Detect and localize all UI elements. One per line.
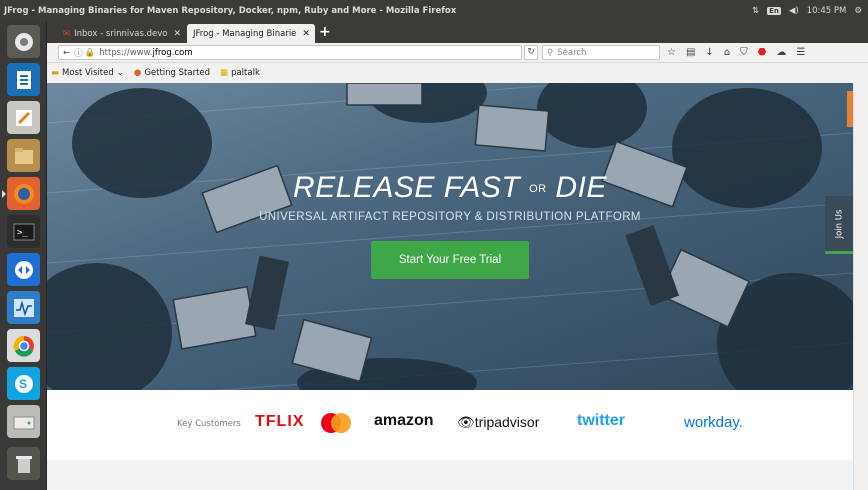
gmail-icon: ✉ xyxy=(63,28,71,39)
window-title: JFrog - Managing Binaries for Maven Repo… xyxy=(4,5,457,16)
page-edge xyxy=(853,83,868,490)
folder-icon: ▬ xyxy=(51,68,60,78)
settings-gear-icon[interactable]: ⚙ xyxy=(854,6,862,16)
bookmark-star-icon[interactable]: ☆ xyxy=(667,47,676,58)
amazon-logo: amazon xyxy=(374,412,434,430)
bookmarks-bar: ▬ Most Visited ⌄ ● Getting Started ▦ pal… xyxy=(47,63,868,83)
tripadvisor-logo: 👁tripadvisor xyxy=(457,414,539,431)
search-icon: ⚲ xyxy=(547,47,554,58)
join-us-label: Join Us xyxy=(834,209,844,238)
netflix-logo: TFLIX xyxy=(255,413,305,430)
url-bar[interactable]: ← ⓘ 🔒 https://www. jfrog.com xyxy=(58,45,522,60)
firefox-icon: ● xyxy=(133,68,142,78)
trash-icon[interactable] xyxy=(7,447,40,480)
bookmark-label: paltalk xyxy=(231,68,260,78)
reload-icon[interactable]: ↻ xyxy=(524,45,538,60)
downloads-icon[interactable]: ↓ xyxy=(705,47,713,58)
tab-inbox[interactable]: ✉ Inbox - srinnivas.devo ✕ xyxy=(57,24,182,43)
writer-icon[interactable] xyxy=(7,63,40,96)
bookmark-paltalk[interactable]: ▦ paltalk xyxy=(220,68,260,78)
pocket-icon[interactable]: ⛉ xyxy=(740,47,748,58)
tripadvisor-wordmark: tripadvisor xyxy=(474,414,540,430)
mastercard-logo-graphic xyxy=(321,413,351,433)
bookmark-label: Getting Started xyxy=(144,68,211,78)
bookmark-most-visited[interactable]: ▬ Most Visited ⌄ xyxy=(51,68,124,78)
hero-banner: RELEASE FAST OR DIE UNIVERSAL ARTIFACT R… xyxy=(47,83,853,390)
adblock-icon[interactable]: ⬣ xyxy=(758,47,767,58)
text-editor-icon[interactable] xyxy=(7,101,40,134)
svg-text:S: S xyxy=(19,377,27,391)
system-monitor-icon[interactable] xyxy=(7,291,40,324)
network-icon[interactable]: ⇅ xyxy=(752,6,759,16)
hero-title-or: OR xyxy=(529,183,547,196)
tab-label: Inbox - srinnivas.devo xyxy=(74,28,168,39)
amazon-wordmark: amazon xyxy=(374,412,434,429)
files-icon[interactable] xyxy=(7,139,40,172)
screen: JFrog - Managing Binaries for Maven Repo… xyxy=(0,0,868,490)
keyboard-layout-indicator[interactable]: En xyxy=(767,6,781,15)
bookmark-getting-started[interactable]: ● Getting Started xyxy=(134,68,210,78)
home-icon[interactable]: ⌂ xyxy=(724,47,730,58)
extension-icon[interactable]: ☁ xyxy=(776,47,786,58)
teamviewer-icon[interactable] xyxy=(7,253,40,286)
navigation-bar: ← ⓘ 🔒 https://www. jfrog.com ↻ ⚲ Search ☆… xyxy=(47,43,868,63)
hero-title-right: DIE xyxy=(555,171,607,204)
search-placeholder: Search xyxy=(557,47,587,58)
hero-background-image xyxy=(47,83,853,390)
url-prefix: https://www. xyxy=(99,47,153,58)
home-folder-icon[interactable] xyxy=(7,25,40,58)
close-icon[interactable]: ✕ xyxy=(174,29,182,39)
hero-subtitle: UNIVERSAL ARTIFACT REPOSITORY & DISTRIBU… xyxy=(259,211,641,223)
hero-title-left: RELEASE FAST xyxy=(293,171,521,204)
page-content: RELEASE FAST OR DIE UNIVERSAL ARTIFACT R… xyxy=(47,83,853,490)
chevron-down-icon: ⌄ xyxy=(116,68,124,78)
tab-label: JFrog - Managing Binarie xyxy=(193,28,297,39)
tab-jfrog[interactable]: JFrog - Managing Binarie ✕ xyxy=(187,24,315,43)
close-icon[interactable]: ✕ xyxy=(302,29,310,39)
paltalk-icon: ▦ xyxy=(220,68,229,78)
search-input[interactable]: ⚲ Search xyxy=(542,45,660,60)
disk-icon[interactable] xyxy=(7,405,40,438)
join-us-tab[interactable]: Join Us xyxy=(825,196,853,254)
key-customers-label: Key Customers xyxy=(177,419,241,429)
terminal-icon[interactable]: >_ xyxy=(7,215,40,248)
volume-icon[interactable]: ◀) xyxy=(789,6,799,16)
back-icon[interactable]: ← xyxy=(63,48,70,58)
skype-icon[interactable]: S xyxy=(7,367,40,400)
firefox-icon[interactable] xyxy=(2,177,40,210)
lock-icon: 🔒 xyxy=(84,47,96,58)
info-icon[interactable]: ⓘ xyxy=(74,47,83,59)
hero-title: RELEASE FAST OR DIE xyxy=(47,171,853,205)
indicator-area: ⇅ En ◀) 10:45 PM ⚙ xyxy=(752,6,868,16)
tab-strip: ✉ Inbox - srinnivas.devo ✕ JFrog - Manag… xyxy=(47,21,868,43)
owl-icon: 👁 xyxy=(457,414,475,430)
top-panel: JFrog - Managing Binaries for Maven Repo… xyxy=(0,0,868,21)
new-tab-button[interactable]: + xyxy=(319,24,331,40)
reading-list-icon[interactable]: ▤ xyxy=(686,47,695,58)
launcher: >_ S xyxy=(0,21,47,490)
mastercard-logo xyxy=(320,412,352,439)
url-host: jfrog.com xyxy=(152,47,193,58)
start-free-trial-button[interactable]: Start Your Free Trial xyxy=(371,241,529,279)
bookmark-label: Most Visited xyxy=(62,68,114,78)
clock[interactable]: 10:45 PM xyxy=(807,6,847,16)
toolbar-icons: ☆ ▤ ↓ ⌂ ⛉ ⬣ ☁ ☰ xyxy=(667,45,805,60)
workday-logo: workday. xyxy=(684,414,743,431)
next-section-top xyxy=(47,460,853,490)
svg-text:>_: >_ xyxy=(17,228,28,238)
twitter-logo: twitter xyxy=(577,412,625,429)
menu-icon[interactable]: ☰ xyxy=(796,47,805,58)
chrome-icon[interactable] xyxy=(7,329,40,362)
key-customers-strip: Key Customers TFLIX amazon 👁tripadvisor … xyxy=(47,390,853,460)
